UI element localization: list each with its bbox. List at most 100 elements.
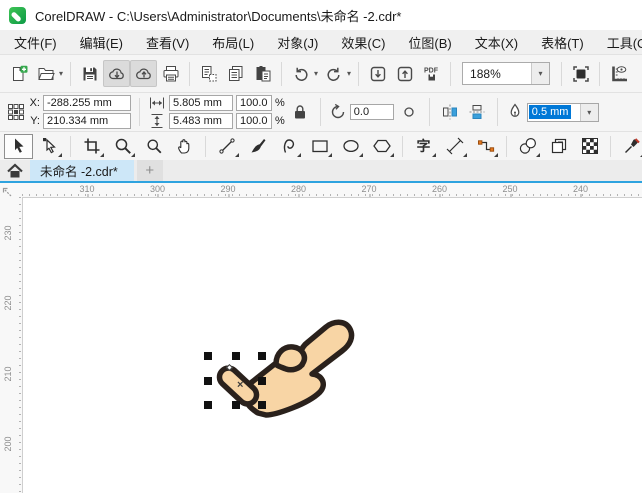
selection-handle[interactable] — [258, 401, 266, 409]
save-button[interactable] — [76, 60, 103, 87]
freehand-tool[interactable] — [212, 134, 241, 159]
drawing-canvas[interactable]: × — [22, 197, 642, 493]
open-document-flyout-caret[interactable]: ▾ — [59, 69, 63, 78]
scale-height-input[interactable] — [236, 113, 272, 129]
drop-shadow-tool[interactable] — [544, 134, 573, 159]
paste-button[interactable] — [249, 60, 276, 87]
selection-handle[interactable] — [232, 352, 240, 360]
vertical-ruler[interactable]: 230 220 210 200 — [0, 197, 22, 493]
print-icon — [162, 65, 180, 83]
zoom-tool-icon — [114, 137, 132, 155]
angle-degree-button[interactable] — [397, 100, 421, 124]
ellipse-tool[interactable] — [336, 134, 365, 159]
import-button[interactable] — [364, 60, 391, 87]
redo-icon — [325, 65, 343, 83]
export-button[interactable] — [391, 60, 418, 87]
outline-width-caret[interactable]: ▾ — [579, 103, 598, 121]
y-label: Y: — [30, 115, 40, 127]
ruler-origin-corner[interactable] — [0, 183, 22, 197]
open-document-button[interactable] — [32, 60, 59, 87]
redo-flyout-caret[interactable]: ▾ — [347, 69, 351, 78]
show-rulers-button[interactable] — [605, 60, 632, 87]
menu-text[interactable]: 文本(X) — [471, 31, 522, 54]
mirror-horizontal-button[interactable] — [438, 100, 462, 124]
selection-handle[interactable] — [258, 352, 266, 360]
zoom-level-combo[interactable]: 188% ▾ — [462, 62, 551, 85]
rectangle-tool[interactable] — [305, 134, 334, 159]
flyout-indicator — [494, 152, 498, 157]
menu-object[interactable]: 对象(J) — [273, 31, 322, 54]
zoom-level-caret[interactable]: ▾ — [531, 63, 550, 84]
undo-flyout-caret[interactable]: ▾ — [314, 69, 318, 78]
selection-center-mark[interactable]: × — [237, 380, 243, 391]
cloud-upload-button[interactable] — [130, 60, 158, 87]
text-tool-icon: 字 — [416, 138, 431, 154]
artistic-media-tool[interactable] — [243, 134, 272, 159]
print-button[interactable] — [157, 60, 184, 87]
text-tool[interactable]: 字 — [409, 134, 438, 159]
eyedropper-tool-icon — [623, 137, 641, 155]
horizontal-ruler-label: 290 — [220, 184, 236, 198]
cloud-upload-icon — [135, 65, 153, 83]
redo-button[interactable] — [320, 60, 347, 87]
zoom-tool[interactable] — [108, 134, 137, 159]
selection-handle[interactable] — [232, 401, 240, 409]
selection-handle[interactable] — [204, 377, 212, 385]
object-node[interactable] — [225, 363, 234, 372]
object-height-input[interactable] — [169, 113, 233, 129]
selection-handle[interactable] — [204, 401, 212, 409]
polygon-tool[interactable] — [367, 134, 396, 159]
selection-handle[interactable] — [258, 377, 266, 385]
eyedropper-tool[interactable] — [617, 134, 642, 159]
pan-tool[interactable] — [170, 134, 199, 159]
scale-width-input[interactable] — [236, 95, 272, 111]
zoom-out-tool-icon — [145, 137, 163, 155]
svg-text:PDF: PDF — [424, 67, 439, 74]
object-width-icon — [148, 94, 166, 112]
menu-edit[interactable]: 编辑(E) — [76, 31, 127, 54]
full-screen-preview-button[interactable] — [567, 60, 594, 87]
mirror-vertical-button[interactable] — [465, 100, 489, 124]
paste-icon — [254, 65, 272, 83]
menu-tools[interactable]: 工具(O) — [603, 31, 642, 54]
dimension-tool[interactable] — [440, 134, 469, 159]
new-document-button[interactable] — [5, 60, 32, 87]
publish-pdf-icon: PDF — [423, 65, 441, 83]
cut-button[interactable] — [195, 60, 222, 87]
connector-tool[interactable] — [471, 134, 500, 159]
crop-tool[interactable] — [77, 134, 106, 159]
object-width-input[interactable] — [169, 95, 233, 111]
publish-pdf-button[interactable]: PDF — [418, 60, 445, 87]
home-button[interactable] — [0, 160, 30, 181]
property-bar: X: Y: % % — [0, 92, 642, 131]
undo-button[interactable] — [287, 60, 314, 87]
pen-tool[interactable] — [274, 134, 303, 159]
menu-view[interactable]: 查看(V) — [142, 31, 193, 54]
transparency-tool[interactable] — [575, 134, 604, 159]
menu-file[interactable]: 文件(F) — [10, 31, 61, 54]
horizontal-ruler[interactable]: 310 300 290 280 270 260 250 240 — [22, 183, 642, 198]
pick-tool[interactable] — [4, 133, 33, 159]
new-tab-button[interactable]: + — [136, 160, 163, 181]
menu-table[interactable]: 表格(T) — [537, 31, 588, 54]
document-tabbar: 未命名 -2.cdr* + — [0, 160, 642, 183]
zoom-out-tool[interactable] — [139, 134, 168, 159]
rotation-angle-input[interactable] — [349, 104, 394, 120]
blend-tool-icon — [519, 137, 537, 155]
blend-tool[interactable] — [513, 134, 542, 159]
x-position-input[interactable] — [43, 95, 131, 111]
document-tab[interactable]: 未命名 -2.cdr* — [30, 160, 134, 181]
shape-tool[interactable] — [35, 134, 64, 159]
y-position-input[interactable] — [43, 113, 131, 129]
object-height-icon — [148, 112, 166, 130]
copy-button[interactable] — [222, 60, 249, 87]
cloud-download-button[interactable] — [103, 60, 131, 87]
menu-effects[interactable]: 效果(C) — [337, 31, 389, 54]
outline-width-combo[interactable]: 0.5 mm ▾ — [526, 102, 599, 122]
selection-handle[interactable] — [204, 352, 212, 360]
lock-ratio-button[interactable] — [288, 100, 312, 124]
dimension-tool-icon — [446, 137, 464, 155]
coreldraw-app-icon — [9, 6, 26, 24]
menu-bitmaps[interactable]: 位图(B) — [404, 31, 455, 54]
menu-layout[interactable]: 布局(L) — [208, 31, 258, 54]
